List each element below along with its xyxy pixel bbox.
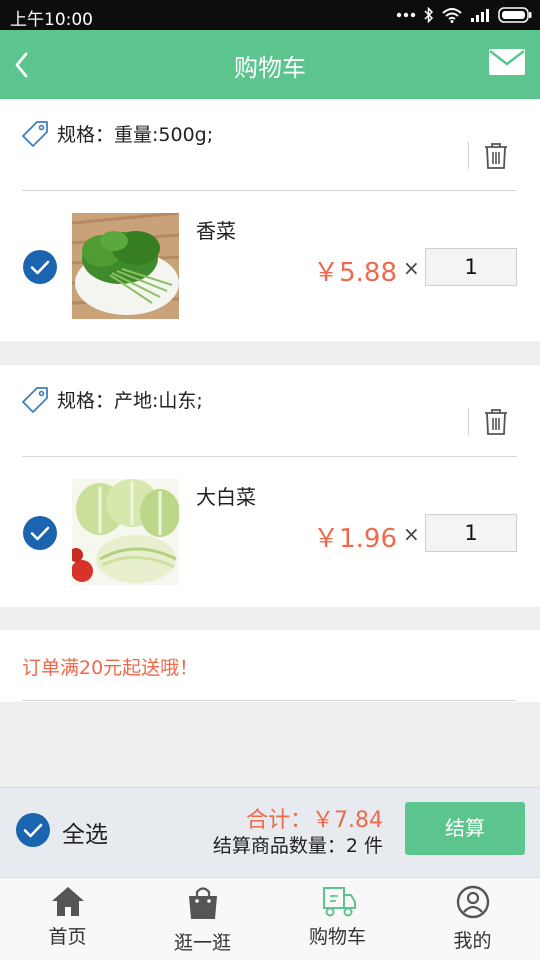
bottom-nav: 首页 逛一逛 购物车 我的 [0,877,540,960]
nav-item-home[interactable]: 首页 [0,878,135,960]
divider [22,190,517,191]
mail-icon [489,49,525,75]
quantity-input[interactable]: 1 [425,514,517,552]
minimum-order-notice: 订单满20元起送哦！ [0,630,540,702]
cart-item: 规格：产地:山东; 大白菜 ￥1.96 × 1 [0,365,540,607]
product-price: ￥5.88 [313,258,397,288]
nav-label: 我的 [453,930,492,952]
nav-label: 逛一逛 [173,932,231,954]
trash-icon [485,143,507,169]
shopping-bag-icon [189,887,217,919]
divider [22,700,517,701]
status-icons [396,7,532,23]
nav-item-cart[interactable]: 购物车 [270,878,405,960]
status-bar: 上午10:00 [0,0,540,30]
status-time: 上午10:00 [10,10,93,30]
nav-label: 首页 [48,926,87,948]
spec-row: 规格：产地:山东; [0,365,540,457]
product-image-cabbage[interactable] [72,479,179,585]
nav-item-browse[interactable]: 逛一逛 [135,878,270,960]
checkout-bar: 全选 合计：￥7.84 结算商品数量：2 件 结算 [0,787,540,877]
times-sign: × [403,256,420,280]
cabbage-image [72,479,179,585]
divider [468,408,469,435]
cart-item: 规格：重量:500g; 香菜 ￥5.88 × 1 [0,99,540,341]
notice-text: 订单满20元起送哦！ [22,657,199,679]
select-all-checkbox[interactable] [15,812,51,848]
select-all-label[interactable]: 全选 [62,815,108,849]
product-price: ￥1.96 [313,524,397,554]
coriander-image [72,213,179,319]
page-title: 购物车 [234,54,306,82]
item-checkbox[interactable] [22,249,58,285]
product-name[interactable]: 大白菜 [196,481,256,510]
message-button[interactable] [488,48,526,76]
item-count: 结算商品数量：2 件 [212,835,383,857]
total-price: 合计：￥7.84 [246,808,383,833]
spec-row: 规格：重量:500g; [0,99,540,191]
nav-item-profile[interactable]: 我的 [405,878,540,960]
battery-icon [498,7,532,23]
quantity-input[interactable]: 1 [425,248,517,286]
item-checkbox[interactable] [22,515,58,551]
wifi-icon [442,8,462,23]
nav-label: 购物车 [308,926,366,948]
home-icon [52,887,84,916]
times-sign: × [403,522,420,546]
cart-truck-icon [323,887,356,917]
spec-text: 规格：产地:山东; [57,390,203,412]
app-header: 购物车 [0,30,540,99]
bluetooth-icon [424,7,434,23]
divider [22,456,517,457]
trash-icon [485,409,507,435]
settle-button[interactable]: 结算 [405,802,525,855]
more-dots-icon [396,12,416,18]
delete-button[interactable] [482,407,510,437]
product-name[interactable]: 香菜 [196,215,236,244]
product-image-coriander[interactable] [72,213,179,319]
tag-icon [22,121,48,147]
tag-icon [22,387,48,413]
spec-text: 规格：重量:500g; [57,124,214,146]
delete-button[interactable] [482,141,510,171]
signal-icon [471,9,489,22]
user-icon [456,885,490,919]
divider [468,142,469,169]
